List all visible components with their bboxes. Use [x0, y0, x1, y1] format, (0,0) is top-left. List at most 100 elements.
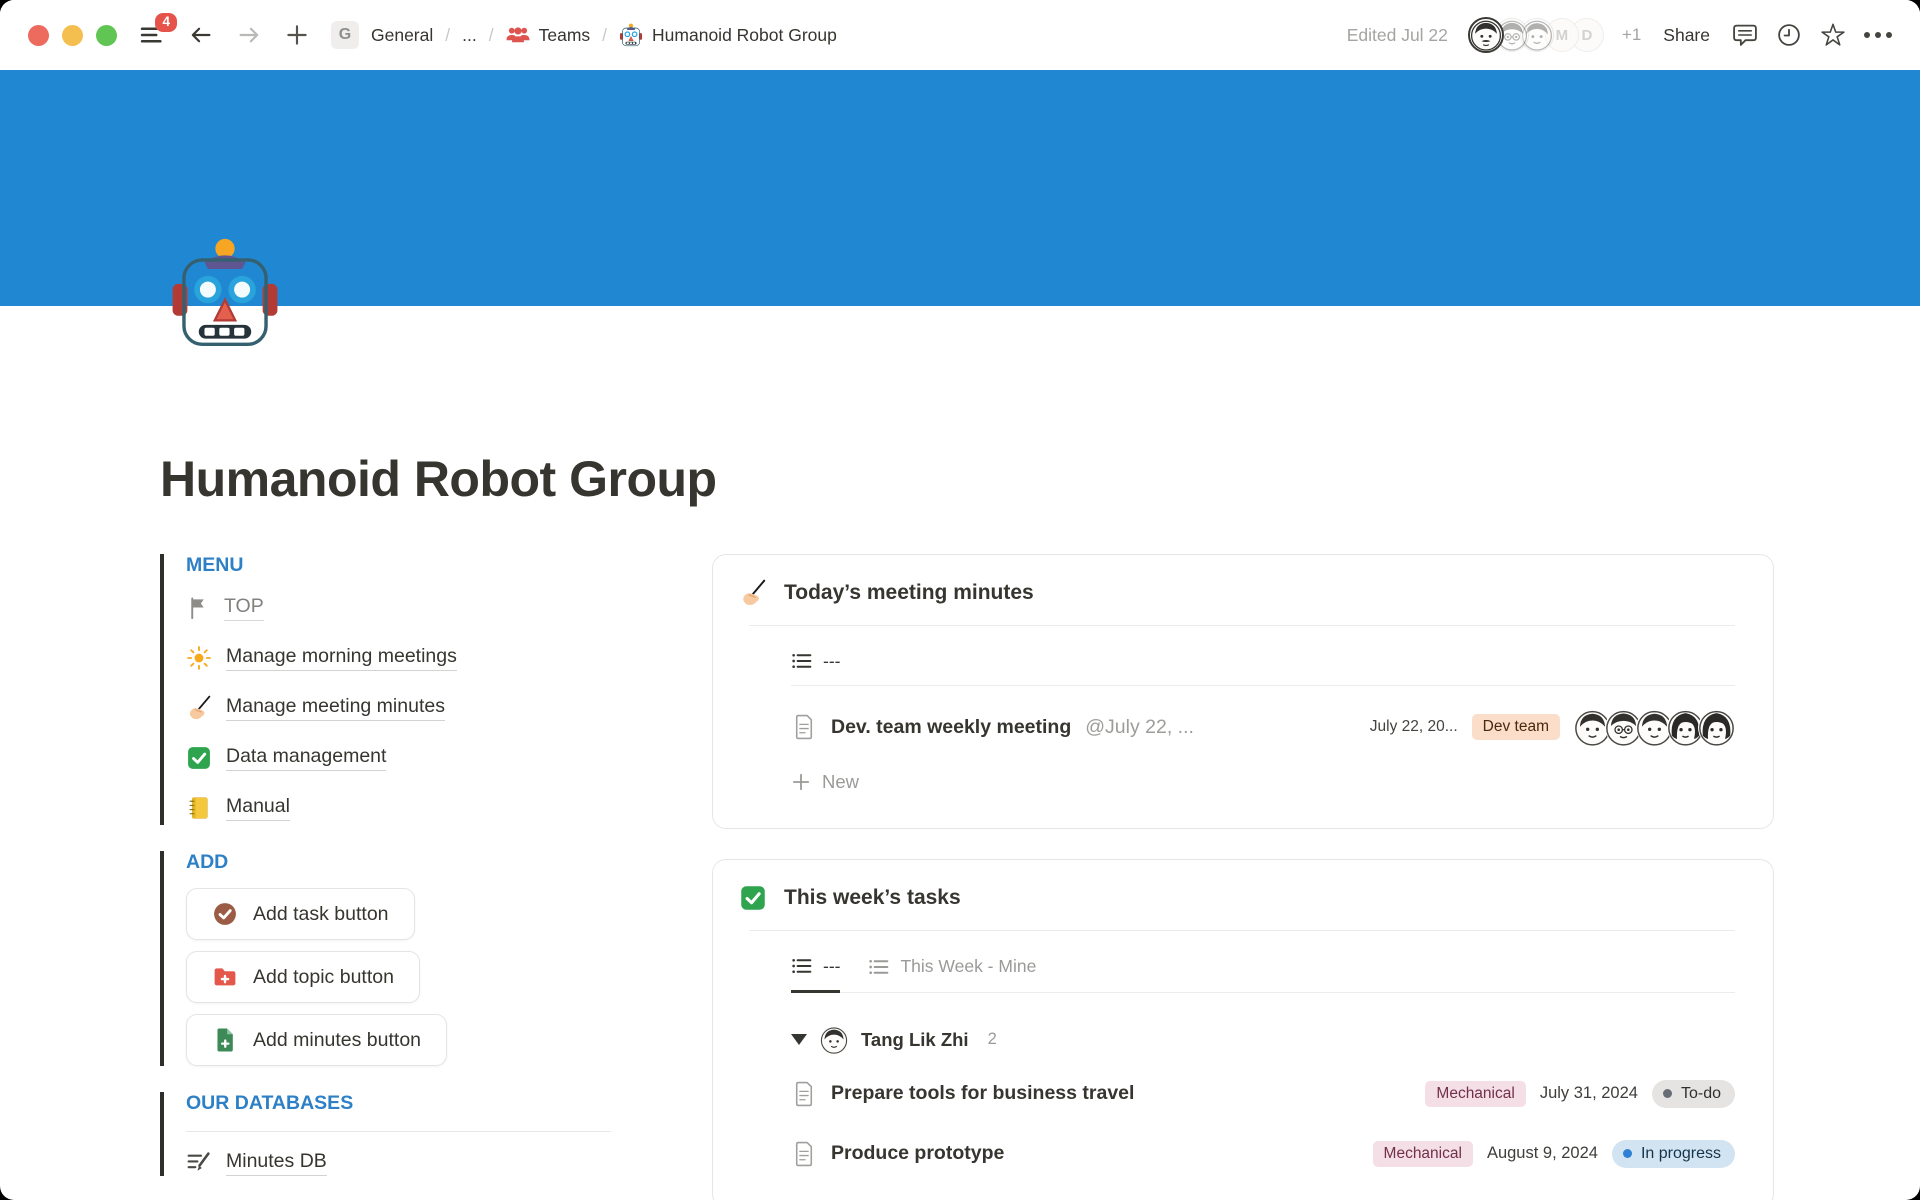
group-name: Tang Lik Zhi [861, 1029, 969, 1051]
breadcrumb-separator: / [602, 25, 607, 46]
avatar [1698, 709, 1735, 746]
avatar[interactable] [1468, 17, 1504, 53]
breadcrumb-current-page[interactable]: Humanoid Robot Group [619, 23, 837, 47]
attendee-avatars [1574, 709, 1735, 746]
meeting-minutes-card: Today’s meeting minutes --- Dev. tea [712, 554, 1774, 829]
collapse-toggle-icon[interactable] [791, 1034, 807, 1045]
updates-button[interactable] [1776, 22, 1802, 48]
list-view-icon [791, 650, 813, 672]
divider [749, 625, 1735, 626]
task-check-icon [212, 901, 238, 927]
meeting-date-mention: @July 22, ... [1085, 716, 1194, 739]
more-button[interactable] [1864, 32, 1892, 38]
category-tag: Mechanical [1373, 1141, 1473, 1167]
last-edited-label: Edited Jul 22 [1347, 25, 1448, 46]
ledger-icon [186, 795, 212, 821]
ellipsis-icon [1864, 32, 1892, 38]
menu-link-data-management[interactable]: Data management [186, 741, 712, 775]
databases-section: OUR DATABASES Minutes DB [160, 1092, 712, 1176]
add-minutes-button[interactable]: Add minutes button [186, 1014, 447, 1066]
favorite-button[interactable] [1820, 22, 1846, 48]
sidebar-toggle-button[interactable]: 4 [139, 22, 165, 48]
writing-hand-icon [739, 579, 767, 607]
breadcrumb-teams-label: Teams [539, 25, 591, 46]
page-content: Humanoid Robot Group MENU TOP Manage mor… [0, 450, 1920, 1200]
star-icon [1820, 22, 1846, 48]
share-button[interactable]: Share [1659, 25, 1714, 46]
group-row: Tang Lik Zhi 2 [791, 1023, 1735, 1057]
add-task-button[interactable]: Add task button [186, 888, 415, 940]
writing-hand-icon [186, 695, 212, 721]
task-due-date: August 9, 2024 [1487, 1144, 1598, 1163]
new-row-button[interactable]: New [791, 766, 1735, 798]
menu-link-meeting-minutes[interactable]: Manage meeting minutes [186, 691, 712, 725]
right-column: Today’s meeting minutes --- Dev. tea [712, 554, 1774, 1200]
status-dot [1663, 1089, 1672, 1098]
window-titlebar: 4 G General / ... / Teams / [0, 0, 1920, 70]
task-title: Prepare tools for business travel [831, 1082, 1134, 1105]
view-tab-this-week-mine[interactable]: This Week - Mine [868, 955, 1036, 992]
menu-link-manual[interactable]: Manual [186, 791, 712, 825]
list-view-icon [868, 956, 890, 978]
breadcrumb-page-label: Humanoid Robot Group [652, 25, 837, 46]
app-window: 4 G General / ... / Teams / [0, 0, 1920, 1200]
add-topic-button[interactable]: Add topic button [186, 951, 420, 1003]
tasks-card: This week’s tasks --- This Week - Mine [712, 859, 1774, 1200]
workspace-badge[interactable]: G [331, 21, 359, 49]
back-button[interactable] [189, 23, 213, 47]
avatar [820, 1026, 848, 1054]
meeting-row[interactable]: Dev. team weekly meeting @July 22, ... J… [791, 702, 1735, 752]
minutes-db-link[interactable]: Minutes DB [186, 1150, 712, 1176]
check-mark-icon [186, 745, 212, 771]
breadcrumb-ellipsis[interactable]: ... [462, 25, 477, 46]
breadcrumb-separator: / [445, 25, 450, 46]
view-tab-minutes[interactable]: --- [791, 650, 840, 685]
status-badge: To-do [1652, 1080, 1735, 1108]
comments-button[interactable] [1732, 22, 1758, 48]
minutes-card-title: Today’s meeting minutes [784, 581, 1034, 605]
teams-people-icon [506, 23, 530, 47]
page-icon-robot[interactable] [168, 236, 282, 350]
new-tab-button[interactable] [285, 23, 309, 47]
file-plus-icon [212, 1027, 238, 1053]
robot-emoji-icon [619, 23, 643, 47]
plus-icon [791, 772, 811, 792]
task-row[interactable]: Prepare tools for business travel Mechan… [791, 1071, 1735, 1117]
left-column: MENU TOP Manage morning meetings Manage … [160, 554, 712, 1176]
databases-header: OUR DATABASES [186, 1092, 712, 1115]
divider [186, 1131, 611, 1132]
viewer-avatars[interactable]: M D [1468, 17, 1604, 53]
close-button[interactable] [28, 25, 49, 46]
avatar-overflow-count[interactable]: +1 [1622, 25, 1641, 45]
task-due-date: July 31, 2024 [1540, 1084, 1638, 1103]
zoom-button[interactable] [96, 25, 117, 46]
flag-icon [186, 596, 210, 620]
comment-icon [1732, 22, 1758, 48]
category-tag: Mechanical [1425, 1081, 1525, 1107]
breadcrumb-teams[interactable]: Teams [506, 23, 591, 47]
forward-button[interactable] [237, 23, 261, 47]
tasks-card-title: This week’s tasks [784, 886, 961, 910]
notification-badge: 4 [155, 13, 177, 32]
meeting-title: Dev. team weekly meeting [831, 716, 1071, 739]
status-badge: In progress [1612, 1140, 1735, 1168]
page-icon [791, 1081, 817, 1107]
page-icon [791, 714, 817, 740]
menu-section: MENU TOP Manage morning meetings Manage … [160, 554, 712, 825]
breadcrumb-general[interactable]: General [371, 25, 433, 46]
view-tab-all[interactable]: --- [791, 955, 840, 993]
meeting-date: July 22, 20... [1370, 718, 1458, 736]
page-title[interactable]: Humanoid Robot Group [160, 450, 1920, 508]
check-mark-icon [739, 884, 767, 912]
folder-plus-icon [212, 964, 238, 990]
add-header: ADD [186, 851, 712, 874]
menu-link-top[interactable]: TOP [186, 591, 712, 625]
group-count: 2 [988, 1030, 997, 1049]
menu-header: MENU [186, 554, 712, 577]
team-tag: Dev team [1472, 714, 1560, 740]
add-section: ADD Add task button Add topic button Add… [160, 851, 712, 1066]
minimize-button[interactable] [62, 25, 83, 46]
breadcrumb: G General / ... / Teams / Humanoid Robot… [331, 21, 837, 49]
task-row[interactable]: Produce prototype Mechanical August 9, 2… [791, 1131, 1735, 1177]
menu-link-morning-meetings[interactable]: Manage morning meetings [186, 641, 712, 675]
